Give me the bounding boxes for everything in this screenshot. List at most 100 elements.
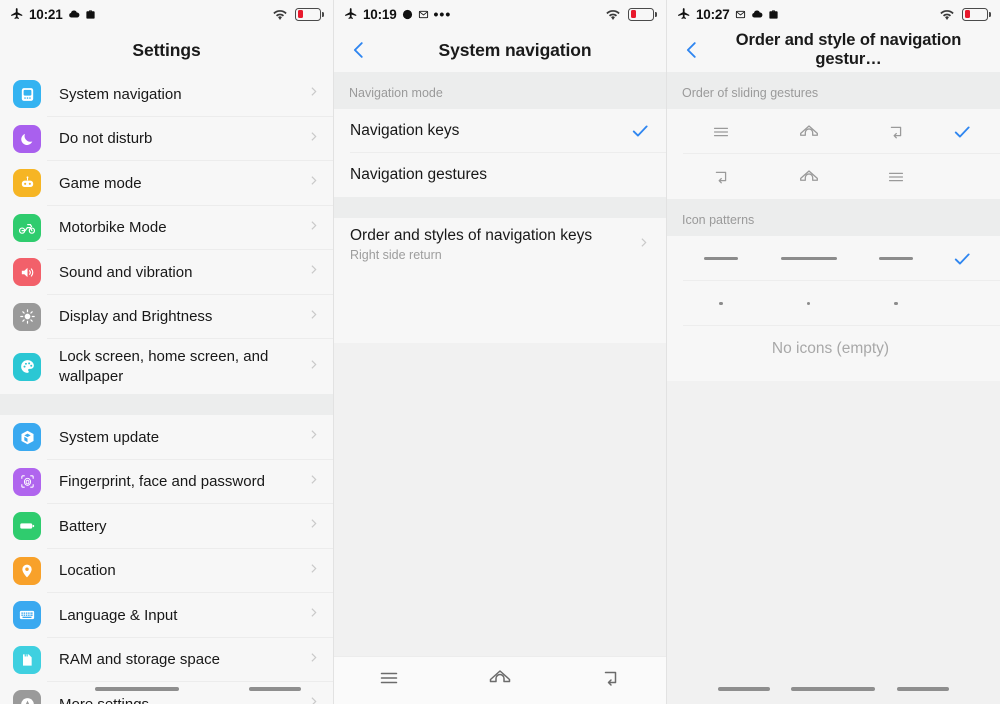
briefcase-icon bbox=[768, 9, 779, 20]
fingerprint-icon bbox=[13, 467, 41, 496]
settings-row-label: Game mode bbox=[59, 174, 142, 192]
section-header-icon-patterns: Icon patterns bbox=[667, 199, 1000, 236]
menu-icon bbox=[677, 121, 765, 143]
chevron-right-icon bbox=[307, 219, 320, 237]
wifi-icon bbox=[605, 8, 621, 21]
settings-row-label: Fingerprint, face and password bbox=[59, 473, 265, 491]
section-header-navigation-mode: Navigation mode bbox=[334, 72, 666, 109]
battery-icon bbox=[13, 512, 41, 541]
chevron-right-icon bbox=[307, 695, 320, 704]
airplane-icon bbox=[677, 7, 691, 21]
back-button[interactable] bbox=[348, 39, 370, 61]
back-icon[interactable] bbox=[599, 666, 623, 695]
settings-row-system-navigation[interactable]: System navigation bbox=[0, 72, 333, 117]
pattern-dot-icon bbox=[765, 301, 853, 306]
settings-list: System navigation Do not disturb Game mo… bbox=[0, 72, 333, 704]
icon-pattern-option-dots[interactable] bbox=[667, 281, 1000, 326]
settings-row-display-and-brightness[interactable]: Display and Brightness bbox=[0, 294, 333, 339]
pattern-dot-icon bbox=[677, 301, 765, 306]
palette-icon bbox=[13, 352, 41, 381]
settings-row-do-not-disturb[interactable]: Do not disturb bbox=[0, 116, 333, 161]
icon-pattern-option-bars[interactable] bbox=[667, 236, 1000, 281]
section-header-order-of-sliding-gestures: Order of sliding gestures bbox=[667, 72, 1000, 109]
settings-row-game-mode[interactable]: Game mode bbox=[0, 161, 333, 206]
settings-group-separator bbox=[0, 394, 333, 415]
pattern-bar-short-icon bbox=[852, 256, 940, 261]
status-bar-settings: 10:21 bbox=[0, 0, 333, 28]
settings-row-label: Motorbike Mode bbox=[59, 219, 167, 237]
settings-row-label: Lock screen, home screen, and wallpaper bbox=[59, 348, 269, 385]
settings-row-motorbike-mode[interactable]: Motorbike Mode bbox=[0, 205, 333, 250]
system-navigation-icon bbox=[13, 80, 41, 109]
settings-row-system-update[interactable]: System update bbox=[0, 415, 333, 460]
navigation-key-bar bbox=[334, 656, 666, 704]
settings-row-label: Do not disturb bbox=[59, 130, 153, 148]
home-icon bbox=[765, 165, 853, 189]
speaker-icon bbox=[13, 258, 41, 287]
settings-row-sound-and-vibration[interactable]: Sound and vibration bbox=[0, 250, 333, 295]
check-icon bbox=[940, 249, 984, 269]
option-label: Navigation gestures bbox=[350, 166, 487, 183]
settings-row-lock-screen[interactable]: Lock screen, home screen, and wallpaper bbox=[0, 339, 333, 394]
gesture-order-option-1[interactable] bbox=[667, 109, 1000, 154]
check-icon bbox=[940, 122, 984, 142]
system-update-icon bbox=[13, 423, 41, 452]
status-time: 10:21 bbox=[29, 6, 63, 22]
panel-settings: 10:21 Settings System navigation Do not … bbox=[0, 0, 333, 704]
menu-icon[interactable] bbox=[377, 666, 401, 695]
game-robot-icon bbox=[13, 169, 41, 198]
icon-pattern-option-none[interactable]: No icons (empty) bbox=[667, 326, 1000, 371]
settings-row-fingerprint[interactable]: Fingerprint, face and password bbox=[0, 459, 333, 504]
airplane-icon bbox=[344, 7, 358, 21]
icon-pattern-options: No icons (empty) bbox=[667, 236, 1000, 371]
home-icon[interactable] bbox=[487, 665, 513, 696]
home-icon bbox=[765, 120, 853, 144]
option-navigation-keys[interactable]: Navigation keys bbox=[334, 109, 666, 153]
moon-icon bbox=[402, 9, 413, 20]
storage-icon bbox=[13, 645, 41, 674]
back-icon bbox=[852, 121, 940, 143]
gestures-title-bar: Order and style of navigation gestur… bbox=[667, 28, 1000, 72]
pattern-dot-icon bbox=[852, 301, 940, 306]
more-dots-icon: ••• bbox=[433, 5, 452, 22]
back-button[interactable] bbox=[681, 39, 703, 61]
navigation-section-separator bbox=[334, 197, 666, 218]
settings-row-more-settings[interactable]: More settings bbox=[0, 682, 333, 704]
option-navigation-gestures[interactable]: Navigation gestures bbox=[334, 153, 666, 197]
settings-row-label: Location bbox=[59, 562, 116, 580]
settings-row-ram-storage[interactable]: RAM and storage space bbox=[0, 637, 333, 682]
option-label: Order and styles of navigation keys bbox=[350, 227, 593, 244]
chevron-right-icon bbox=[307, 358, 320, 376]
chevron-right-icon bbox=[307, 308, 320, 326]
settings-row-language-input[interactable]: Language & Input bbox=[0, 593, 333, 638]
settings-group-2: System update Fingerprint, face and pass… bbox=[0, 415, 333, 704]
chevron-right-icon bbox=[307, 517, 320, 535]
icon-pattern-none-label: No icons (empty) bbox=[771, 339, 890, 357]
panel-gesture-order: 10:27 Order and style of navigation gest… bbox=[667, 0, 1000, 704]
cloud-icon bbox=[68, 8, 80, 20]
keyboard-icon bbox=[13, 601, 41, 630]
option-order-and-styles[interactable]: Order and styles of navigation keys Righ… bbox=[334, 218, 666, 271]
navigation-mode-options: Navigation keys Navigation gestures bbox=[334, 109, 666, 197]
chevron-right-icon bbox=[307, 651, 320, 669]
chevron-right-icon bbox=[307, 562, 320, 580]
more-settings-icon bbox=[13, 690, 41, 704]
airplane-icon bbox=[10, 7, 24, 21]
chevron-right-icon bbox=[307, 130, 320, 148]
check-icon bbox=[630, 121, 650, 141]
battery-low-icon bbox=[962, 7, 992, 21]
wifi-icon bbox=[272, 8, 288, 21]
settings-row-label: More settings bbox=[59, 689, 307, 704]
settings-row-label: System navigation bbox=[59, 85, 182, 103]
status-time: 10:27 bbox=[696, 6, 730, 22]
location-pin-icon bbox=[13, 556, 41, 585]
settings-row-location[interactable]: Location bbox=[0, 548, 333, 593]
pattern-bar-long-icon bbox=[765, 256, 853, 261]
chevron-right-icon bbox=[307, 85, 320, 103]
settings-row-battery[interactable]: Battery bbox=[0, 504, 333, 549]
navigation-title-bar: System navigation bbox=[334, 28, 666, 72]
settings-row-label: Language & Input bbox=[59, 606, 178, 624]
gesture-order-option-2[interactable] bbox=[667, 154, 1000, 199]
pattern-bar-short-icon bbox=[677, 256, 765, 261]
chevron-right-icon bbox=[307, 263, 320, 281]
